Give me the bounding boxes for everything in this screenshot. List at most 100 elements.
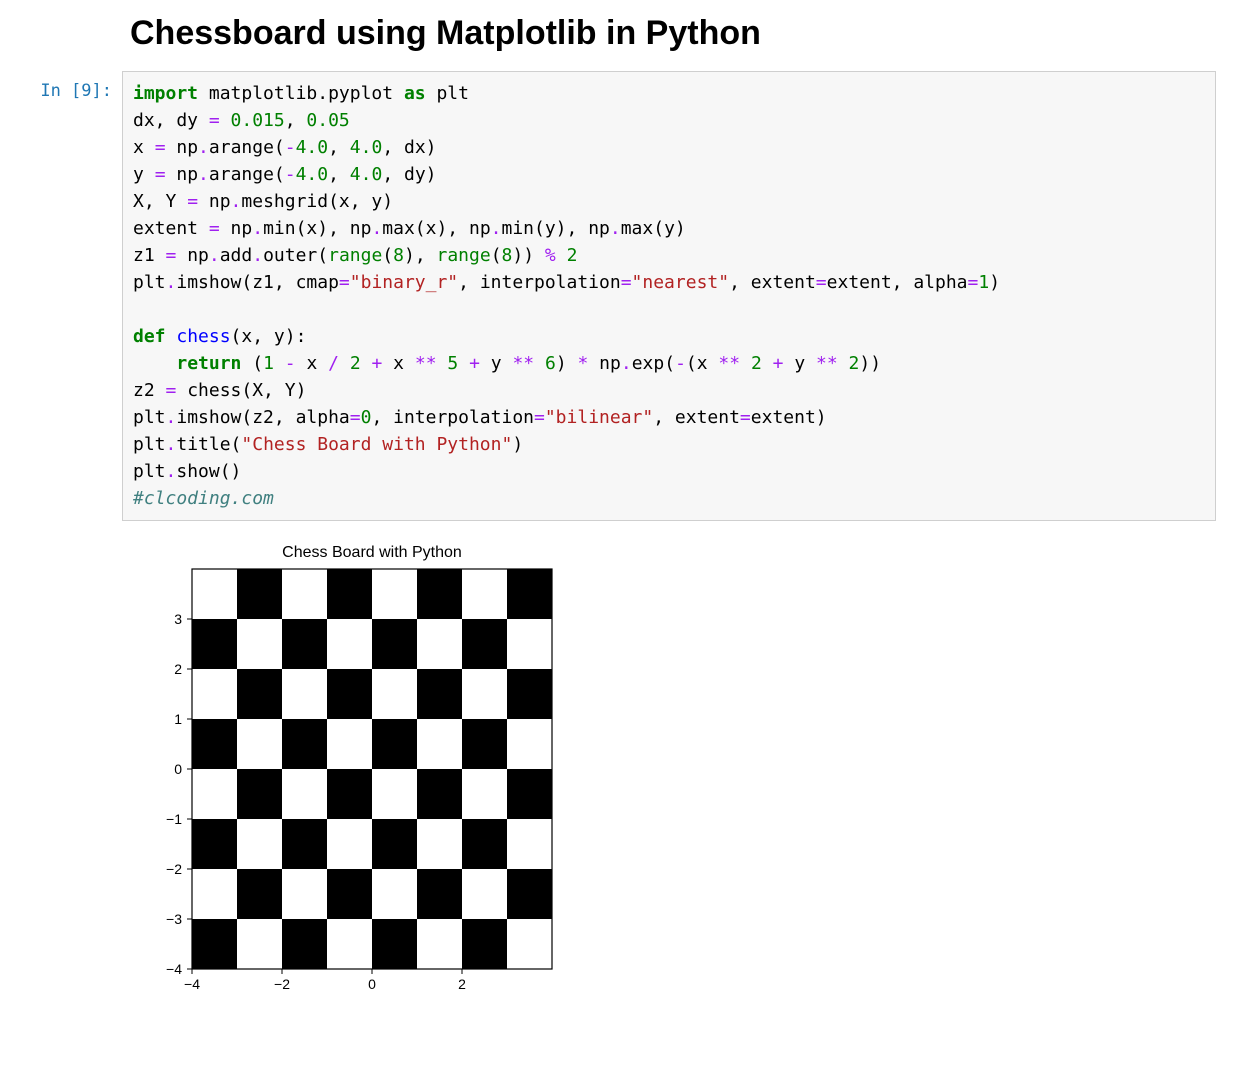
txt: chess(X, Y) (176, 380, 306, 401)
board-cell (237, 769, 283, 820)
board-cell (462, 669, 508, 720)
y-tick-label: 3 (174, 611, 182, 627)
board-cell (282, 819, 328, 870)
txt (274, 353, 285, 374)
op: . (621, 353, 632, 374)
txt: dx, dy (133, 110, 209, 131)
txt (361, 353, 372, 374)
board-cell (372, 669, 418, 720)
x-tick-label: 2 (458, 976, 466, 992)
num: 4.0 (350, 164, 383, 185)
board-cell (327, 719, 373, 770)
num: 8 (502, 245, 513, 266)
comment: #clcoding.com (133, 488, 274, 509)
board-cell (327, 919, 373, 970)
board-cell (507, 769, 553, 820)
txt: ( (241, 353, 263, 374)
txt: meshgrid(x, y) (241, 191, 393, 212)
op: = (155, 137, 166, 158)
op: . (252, 218, 263, 239)
op: % (545, 245, 556, 266)
txt: y (480, 353, 513, 374)
txt: y (133, 164, 155, 185)
txt: np (220, 218, 253, 239)
txt: x (133, 137, 155, 158)
op: . (491, 218, 502, 239)
txt: arange( (209, 164, 285, 185)
txt: , extent (729, 272, 816, 293)
board-cell (237, 869, 283, 920)
y-tick-label: −2 (166, 861, 182, 877)
op: . (231, 191, 242, 212)
txt: max(x), np (382, 218, 490, 239)
board-cell (237, 569, 283, 620)
num: 0.015 (231, 110, 285, 131)
txt: , (328, 164, 350, 185)
board-cell (417, 819, 463, 870)
board-cell (327, 869, 373, 920)
board-cell (372, 619, 418, 670)
builtin: range (328, 245, 382, 266)
num: 2 (849, 353, 860, 374)
board-cell (507, 719, 553, 770)
txt: ) (989, 272, 1000, 293)
board-cell (192, 819, 238, 870)
txt (534, 353, 545, 374)
num: 4.0 (296, 164, 329, 185)
txt: , (328, 137, 350, 158)
board-cell (417, 769, 463, 820)
txt: min(y), np (502, 218, 610, 239)
str: "nearest" (632, 272, 730, 293)
txt: )) (512, 245, 545, 266)
num: 1 (978, 272, 989, 293)
txt: , (285, 110, 307, 131)
board-cell (507, 869, 553, 920)
txt: add (220, 245, 253, 266)
txt: plt (426, 83, 469, 104)
op: . (166, 407, 177, 428)
txt: ) (556, 353, 578, 374)
num: 0 (361, 407, 372, 428)
txt: , dx) (382, 137, 436, 158)
board-cell (417, 669, 463, 720)
txt: plt (133, 407, 166, 428)
board-cell (282, 919, 328, 970)
txt: (x (686, 353, 719, 374)
txt (762, 353, 773, 374)
op: * (578, 353, 589, 374)
op: = (534, 407, 545, 428)
txt: , interpolation (371, 407, 534, 428)
txt (220, 110, 231, 131)
num: 2 (567, 245, 578, 266)
op: + (372, 353, 383, 374)
op: . (610, 218, 621, 239)
txt: plt (133, 272, 166, 293)
txt: matplotlib.pyplot (198, 83, 404, 104)
board-cell (417, 569, 463, 620)
op: = (968, 272, 979, 293)
board-cell (372, 869, 418, 920)
code-input[interactable]: import matplotlib.pyplot as plt dx, dy =… (122, 71, 1216, 521)
board-cell (327, 569, 373, 620)
board-cell (327, 819, 373, 870)
txt: , dy) (382, 164, 436, 185)
txt: min(x), np (263, 218, 371, 239)
board-cell (192, 769, 238, 820)
num: 4.0 (296, 137, 329, 158)
op: ** (718, 353, 740, 374)
board-cell (372, 819, 418, 870)
board-cell (417, 919, 463, 970)
op: . (371, 218, 382, 239)
op: = (621, 272, 632, 293)
op: - (285, 164, 296, 185)
txt: ( (491, 245, 502, 266)
notebook-cell: In [9]: import matplotlib.pyplot as plt … (20, 71, 1216, 521)
board-cell (462, 719, 508, 770)
y-tick-label: −4 (166, 961, 182, 977)
num: 8 (393, 245, 404, 266)
str: "bilinear" (545, 407, 653, 428)
num: 1 (263, 353, 274, 374)
txt: extent) (751, 407, 827, 428)
txt: imshow(z2, alpha (176, 407, 349, 428)
txt: np (198, 191, 231, 212)
